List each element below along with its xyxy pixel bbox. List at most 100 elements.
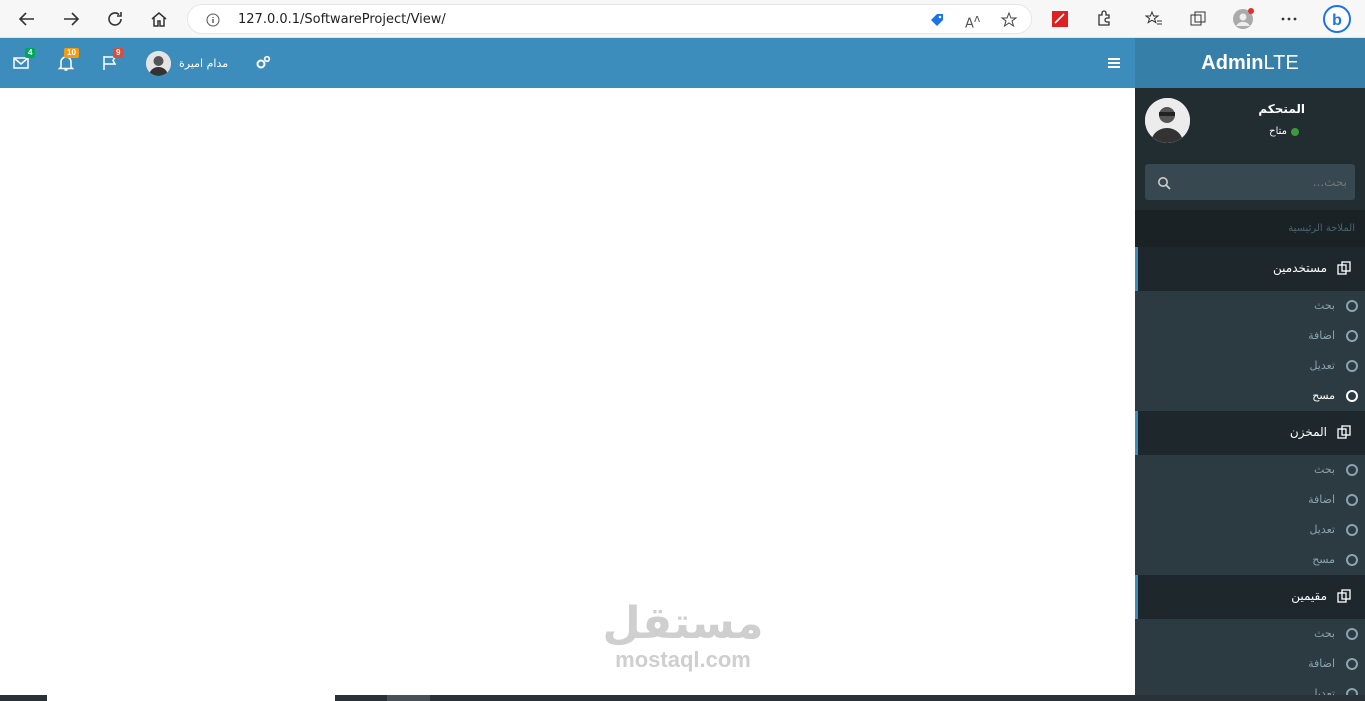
menu-item-edit[interactable]: تعديل — [1135, 351, 1365, 381]
menu-item-label: اضافة — [1308, 329, 1335, 342]
treeview-store[interactable]: المخزن — [1135, 411, 1365, 455]
browser-toolbar: 127.0.0.1/SoftwareProject/View/ Aʌ b — [0, 0, 1365, 38]
treeview-label: مقيمين — [1291, 589, 1327, 603]
circle-icon — [1346, 300, 1358, 312]
treeview-label: مستخدمين — [1273, 261, 1327, 275]
menu-item-search[interactable]: بحث — [1135, 619, 1365, 649]
menu-item-label: تعديل — [1309, 359, 1335, 372]
menu-item-label: بحث — [1314, 463, 1335, 476]
reload-button[interactable] — [102, 6, 128, 32]
menu-item-add[interactable]: اضافة — [1135, 649, 1365, 679]
collections-icon — [1190, 11, 1206, 26]
treeview-menu: بحث اضافة تعديل مسح — [1135, 291, 1365, 411]
bing-icon: b — [1323, 5, 1351, 33]
home-button[interactable] — [146, 6, 172, 32]
arrow-left-icon — [18, 12, 34, 26]
sidebar-search — [1145, 164, 1355, 200]
copy-icon — [1337, 589, 1351, 606]
avatar — [146, 50, 171, 76]
more-menu-button[interactable] — [1276, 6, 1302, 32]
circle-icon — [1346, 628, 1358, 640]
sidebar-toggle[interactable] — [1105, 54, 1123, 72]
hamburger-icon — [1108, 58, 1120, 68]
circle-icon — [1346, 524, 1358, 536]
menu-item-add[interactable]: اضافة — [1135, 485, 1365, 515]
profile-icon — [1233, 8, 1254, 29]
address-bar[interactable]: 127.0.0.1/SoftwareProject/View/ Aʌ — [187, 4, 1032, 34]
tasks-badge: 9 — [113, 48, 124, 58]
svg-text:b: b — [1332, 12, 1342, 29]
taskbar-strip — [0, 695, 1365, 701]
menu-item-search[interactable]: بحث — [1135, 455, 1365, 485]
user-status: متاح — [1269, 126, 1299, 137]
online-dot-icon — [1291, 127, 1299, 136]
menu-item-delete[interactable]: مسح — [1135, 545, 1365, 575]
menu-item-delete[interactable]: مسح — [1135, 381, 1365, 411]
menu-item-label: تعديل — [1309, 687, 1335, 695]
menu-item-label: اضافة — [1308, 657, 1335, 670]
bing-button[interactable]: b — [1322, 4, 1352, 34]
sidebar-user-name: المتحكم — [1258, 102, 1305, 116]
sidebar-avatar — [1145, 98, 1190, 143]
messages-badge: 4 — [25, 48, 36, 58]
menu-item-label: تعديل — [1309, 523, 1335, 536]
search-icon[interactable] — [1157, 175, 1171, 194]
circle-icon — [1346, 554, 1358, 566]
user-menu[interactable]: مدام اميرة — [146, 50, 228, 76]
taskbar-item[interactable] — [387, 695, 430, 701]
reload-icon — [108, 12, 122, 26]
notifications-badge: 10 — [64, 48, 79, 58]
forward-button[interactable] — [58, 6, 84, 32]
extension-button[interactable] — [1047, 6, 1073, 32]
menu-item-label: بحث — [1314, 627, 1335, 640]
menu-header: الملاحة الرئيسية — [1135, 210, 1365, 247]
info-icon[interactable] — [206, 12, 220, 31]
treeview-menu: بحث اضافة تعديل مسح — [1135, 455, 1365, 575]
treeview-users[interactable]: مستخدمين — [1135, 247, 1365, 291]
logo-bold: Admin — [1201, 51, 1264, 74]
treeview-label: المخزن — [1289, 425, 1327, 439]
circle-icon — [1346, 494, 1358, 506]
menu-item-label: مسح — [1312, 553, 1335, 566]
puzzle-icon — [1098, 10, 1110, 26]
treeview-menu: بحث اضافة تعديل — [1135, 619, 1365, 695]
taskbar-item[interactable] — [47, 695, 335, 701]
circle-icon — [1346, 390, 1358, 402]
circle-icon — [1346, 360, 1358, 372]
copy-icon — [1337, 261, 1351, 278]
profile-button[interactable] — [1230, 6, 1256, 32]
treeview-residents[interactable]: مقيمين — [1135, 575, 1365, 619]
more-icon — [1281, 17, 1297, 21]
menu-item-label: بحث — [1314, 299, 1335, 312]
user-name: مدام اميرة — [179, 56, 229, 70]
circle-icon — [1346, 330, 1358, 342]
menu-item-edit[interactable]: تعديل — [1135, 515, 1365, 545]
tag-icon[interactable] — [928, 11, 946, 33]
pdf-extension-icon — [1052, 11, 1068, 27]
menu-item-label: مسح — [1312, 389, 1335, 402]
arrow-right-icon — [64, 12, 80, 26]
menu-item-add[interactable]: اضافة — [1135, 321, 1365, 351]
circle-icon — [1346, 658, 1358, 670]
favorites-button[interactable] — [1141, 6, 1167, 32]
read-aloud-icon[interactable]: Aʌ — [965, 12, 980, 31]
gears-icon — [256, 55, 271, 69]
copy-icon — [1337, 425, 1351, 442]
url-text: 127.0.0.1/SoftwareProject/View/ — [238, 12, 446, 27]
collections-button[interactable] — [1185, 6, 1211, 32]
circle-icon — [1346, 688, 1358, 695]
menu-item-label: اضافة — [1308, 493, 1335, 506]
back-button[interactable] — [14, 6, 40, 32]
menu-item-search[interactable]: بحث — [1135, 291, 1365, 321]
extensions-button[interactable] — [1091, 6, 1117, 32]
watermark-arabic: مستقل — [602, 598, 764, 649]
watermark: مستقل mostaql.com — [598, 600, 768, 672]
search-input[interactable] — [1181, 164, 1351, 200]
favorite-add-icon[interactable] — [1000, 11, 1018, 33]
circle-icon — [1346, 464, 1358, 476]
control-sidebar-toggle[interactable] — [254, 54, 272, 72]
user-panel: المتحكم متاح — [1135, 88, 1365, 160]
logo[interactable]: Admin LTE — [1135, 38, 1365, 88]
menu-item-edit[interactable]: تعديل — [1135, 679, 1365, 695]
home-icon — [151, 12, 167, 27]
